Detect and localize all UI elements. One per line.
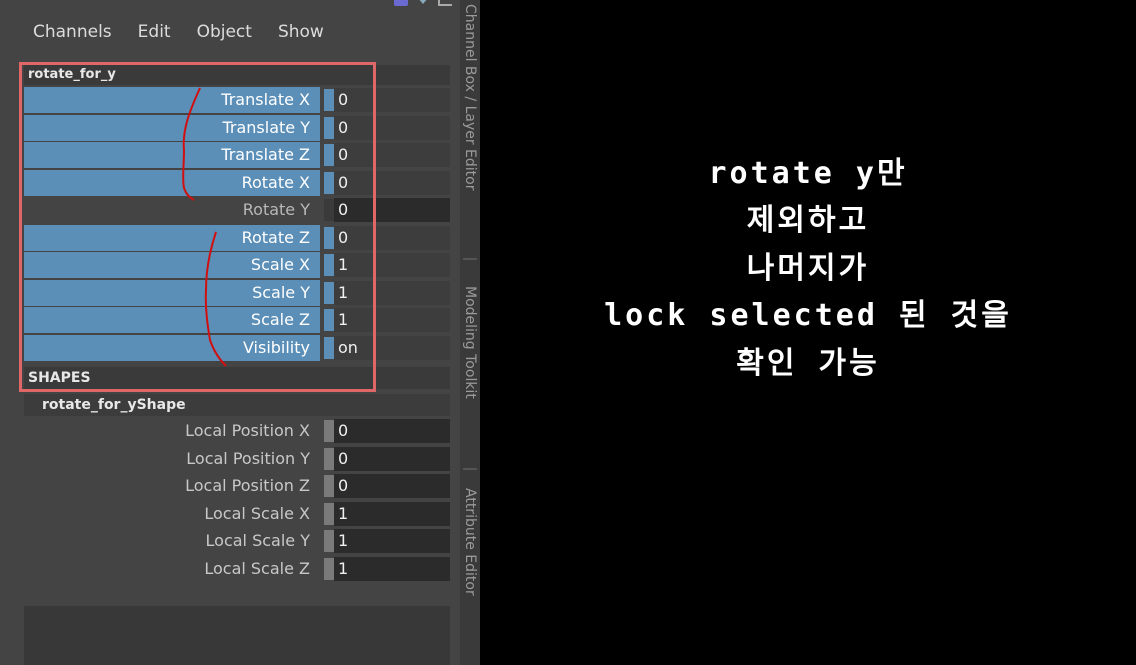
channel-label[interactable]: Rotate Y	[24, 197, 320, 223]
annotation-line-1: rotate y만	[708, 156, 908, 191]
tab-divider	[463, 468, 477, 470]
channel-label[interactable]: Rotate Z	[24, 224, 320, 251]
node-name-header[interactable]: rotate_for_y	[24, 65, 450, 85]
channel-row[interactable]: Scale Y 1	[24, 279, 450, 306]
shape-node-name[interactable]: rotate_for_yShape	[24, 394, 450, 416]
channel-row[interactable]: Translate Z 0	[24, 142, 450, 168]
shape-channel-value-field[interactable]: 0	[334, 474, 450, 498]
tab-divider	[463, 258, 477, 260]
channel-row[interactable]: Scale X 1	[24, 252, 450, 278]
tab-attribute-editor[interactable]: Attribute Editor	[460, 484, 480, 654]
shapes-header: SHAPES	[24, 367, 450, 389]
annotation-panel: rotate y만 제외하고 나머지가 lock selected 된 것을 확…	[480, 0, 1136, 665]
shape-channel-label[interactable]: Local Scale Z	[24, 556, 320, 582]
channel-state-indicator	[324, 199, 334, 221]
shape-channel-row[interactable]: Local Position Y 0	[24, 446, 450, 472]
channel-value-field[interactable]: 0	[334, 225, 450, 250]
channel-value-field[interactable]: 1	[334, 280, 450, 305]
shape-channel-value-field[interactable]: 0	[334, 419, 450, 443]
channel-box-empty-area	[24, 606, 450, 665]
annotation-line-5: 확인 가능	[736, 346, 880, 381]
channel-label[interactable]: Rotate X	[24, 169, 320, 196]
shape-channel-value-field[interactable]: 1	[334, 556, 450, 581]
channel-icon[interactable]	[394, 0, 408, 6]
channel-state-indicator	[324, 530, 334, 552]
channel-value-field[interactable]: 0	[334, 88, 450, 112]
lock-state-indicator	[324, 171, 334, 194]
channel-state-indicator	[324, 475, 334, 497]
menu-edit[interactable]: Edit	[138, 22, 171, 42]
lock-state-indicator	[324, 144, 334, 166]
channel-label[interactable]: Translate Z	[24, 142, 320, 168]
toolbar-icons	[394, 0, 452, 6]
channel-row[interactable]: Rotate Z 0	[24, 224, 450, 251]
channel-label[interactable]: Visibility	[24, 334, 320, 361]
channel-row[interactable]: Visibility on	[24, 334, 450, 361]
lock-state-indicator	[324, 336, 334, 359]
shape-channel-row[interactable]: Local Position X 0	[24, 418, 450, 444]
shape-channel-label[interactable]: Local Position Y	[24, 446, 320, 472]
menu-object[interactable]: Object	[197, 22, 252, 42]
shape-channel-row[interactable]: Local Position Z 0	[24, 473, 450, 499]
tab-modeling-toolkit[interactable]: Modeling Toolkit	[460, 282, 480, 462]
channel-value-field[interactable]: 1	[334, 253, 450, 277]
channel-value-field[interactable]: on	[334, 335, 450, 360]
channel-row[interactable]: Rotate Y 0	[24, 197, 450, 223]
lock-state-indicator	[324, 254, 334, 276]
channel-state-indicator	[324, 447, 334, 470]
shape-channel-row[interactable]: Local Scale Z 1	[24, 556, 450, 582]
chevron-down-icon[interactable]	[418, 0, 428, 4]
channel-label[interactable]: Scale Y	[24, 279, 320, 306]
annotation-line-3: 나머지가	[746, 251, 870, 286]
channel-row[interactable]: Rotate X 0	[24, 169, 450, 196]
channel-value-field[interactable]: 0	[334, 170, 450, 195]
lock-state-indicator	[324, 309, 334, 331]
menu-bar: Channels Edit Object Show	[33, 22, 350, 42]
channel-label[interactable]: Translate X	[24, 87, 320, 113]
channel-box-panel: Channels Edit Object Show rotate_for_y T…	[0, 0, 460, 665]
lock-state-indicator	[324, 281, 334, 304]
shape-channel-label[interactable]: Local Position Z	[24, 473, 320, 499]
channel-label[interactable]: Scale X	[24, 252, 320, 278]
shape-channel-label[interactable]: Local Scale X	[24, 501, 320, 527]
lock-state-indicator	[324, 89, 334, 111]
channel-state-indicator	[324, 420, 334, 442]
channel-value-field[interactable]: 0	[334, 143, 450, 167]
channel-state-indicator	[324, 502, 334, 525]
channel-row[interactable]: Translate X 0	[24, 87, 450, 113]
channel-label[interactable]: Translate Y	[24, 114, 320, 141]
lock-state-indicator	[324, 226, 334, 249]
tab-channel-box[interactable]: Channel Box / Layer Editor	[460, 0, 480, 250]
shape-channel-value-field[interactable]: 1	[334, 529, 450, 553]
shape-channel-value-field[interactable]: 1	[334, 501, 450, 526]
layout-icon[interactable]	[438, 0, 452, 6]
menu-show[interactable]: Show	[278, 22, 324, 42]
channel-value-field[interactable]: 1	[334, 308, 450, 332]
lock-state-indicator	[324, 116, 334, 139]
channel-state-indicator	[324, 557, 334, 580]
shape-channel-label[interactable]: Local Scale Y	[24, 528, 320, 554]
shape-channel-row[interactable]: Local Scale Y 1	[24, 528, 450, 554]
menu-channels[interactable]: Channels	[33, 22, 112, 42]
shape-channel-value-field[interactable]: 0	[334, 446, 450, 471]
channel-row[interactable]: Translate Y 0	[24, 114, 450, 141]
annotation-line-4: lock selected 된 것을	[604, 298, 1012, 333]
shape-channel-row[interactable]: Local Scale X 1	[24, 501, 450, 527]
channel-value-field[interactable]: 0	[334, 115, 450, 140]
channel-box-menubar: Channels Edit Object Show	[0, 0, 460, 62]
annotation-line-2: 제외하고	[746, 203, 870, 238]
side-tab-strip: Channel Box / Layer Editor Modeling Tool…	[460, 0, 480, 665]
channel-row[interactable]: Scale Z 1	[24, 307, 450, 333]
channel-label[interactable]: Scale Z	[24, 307, 320, 333]
channel-value-field[interactable]: 0	[334, 198, 450, 222]
shape-channel-label[interactable]: Local Position X	[24, 418, 320, 444]
